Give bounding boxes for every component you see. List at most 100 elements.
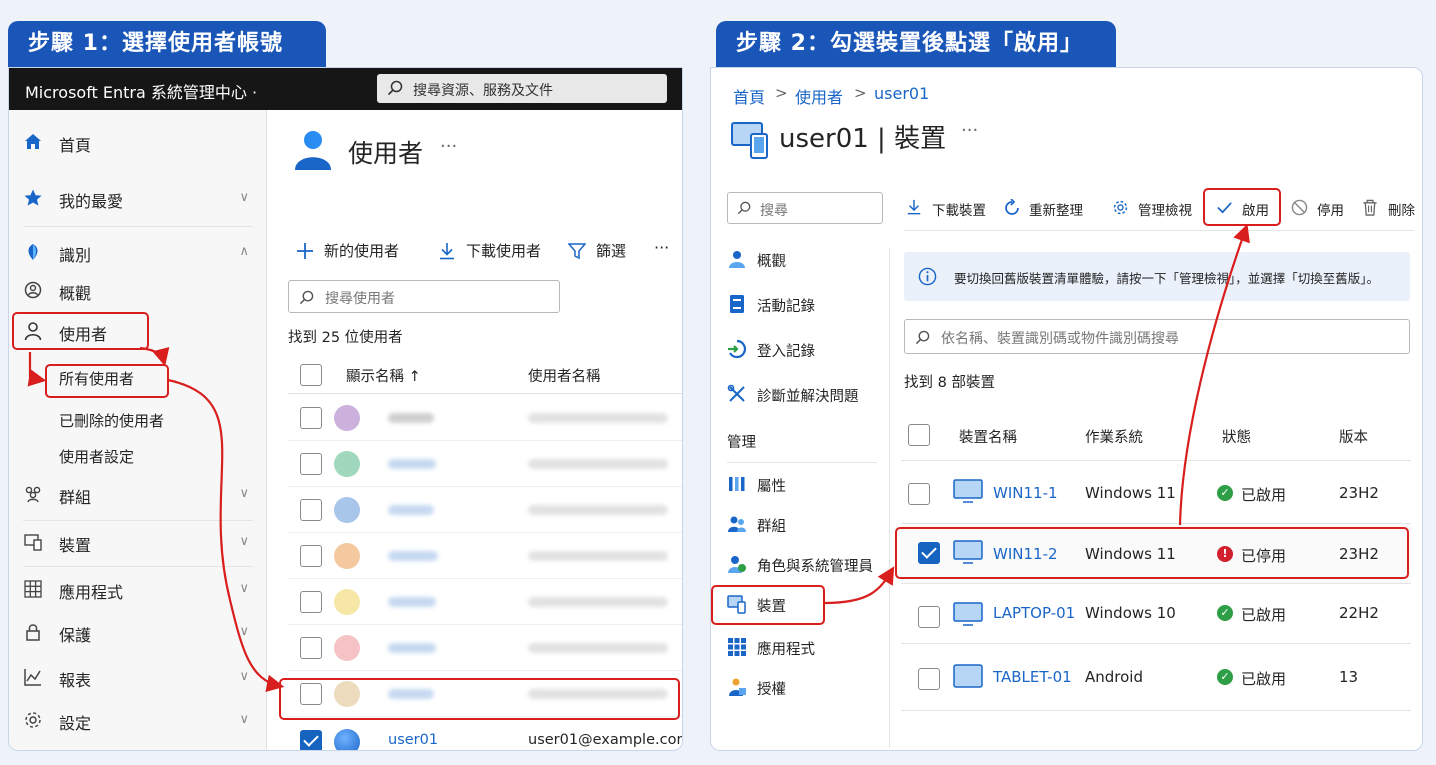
nav-label: 裝置 (59, 536, 92, 555)
download-devices-button[interactable]: 下載裝置 (906, 198, 988, 219)
device-name[interactable]: TABLET-01 (993, 668, 1072, 686)
button-label: 管理檢視 (1138, 203, 1192, 219)
button-label: 新的使用者 (324, 242, 400, 260)
breadcrumb-separator: > (854, 84, 867, 102)
rnav-signin[interactable]: 登入記錄 (727, 335, 877, 365)
app-title: Microsoft Entra 系統管理中心 · (25, 83, 258, 102)
highlight-enable-button (1203, 188, 1281, 226)
row-checkbox[interactable] (300, 637, 322, 659)
device-os: Windows 11 (1085, 484, 1176, 502)
download-users-button[interactable]: 下載使用者 (438, 240, 548, 262)
delete-button[interactable]: 刪除 (1362, 198, 1418, 219)
blurred-name (388, 597, 436, 607)
row-checkbox[interactable] (300, 591, 322, 613)
manage-view-button[interactable]: 管理檢視 (1112, 198, 1196, 219)
blurred-name (388, 505, 434, 515)
col-os[interactable]: 作業系統 (1085, 426, 1143, 447)
blurred-name (388, 643, 436, 653)
breadcrumb-user01[interactable]: user01 (874, 84, 929, 103)
row-checkbox[interactable] (300, 453, 322, 475)
roles-icon (728, 556, 746, 573)
rnav-overview[interactable]: 概觀 (727, 245, 877, 275)
table-row[interactable] (288, 487, 682, 533)
entra-users-panel: Microsoft Entra 系統管理中心 · 搜尋資源、服務及文件 首頁 我… (8, 67, 683, 751)
table-bottom-divider (901, 710, 1411, 711)
more-icon[interactable]: ··· (440, 136, 457, 157)
nav-item-reports[interactable]: 報表 ∨ (9, 657, 267, 697)
col-version[interactable]: 版本 (1339, 426, 1368, 447)
user-display-name[interactable]: user01 (388, 732, 438, 748)
nav-item-groups[interactable]: 群組 ∨ (9, 474, 267, 514)
apps-grid-icon (24, 580, 42, 598)
device-version: 13 (1339, 668, 1359, 686)
search-users-input[interactable]: 搜尋使用者 (288, 280, 560, 313)
rnav-diagnose[interactable]: 診斷並解決問題 (727, 380, 877, 410)
table-row[interactable] (288, 533, 682, 579)
select-all-checkbox[interactable] (300, 364, 322, 386)
highlight-all-users (45, 364, 169, 398)
rnav-licenses[interactable]: 授權 (727, 673, 877, 703)
disable-button[interactable]: 停用 (1291, 198, 1347, 219)
row-checkbox[interactable] (908, 483, 930, 505)
table-row[interactable] (288, 579, 682, 625)
identity-icon (28, 244, 38, 260)
status-text: 已啟用 (1241, 670, 1287, 688)
breadcrumb-home[interactable]: 首頁 (733, 84, 765, 108)
col-status[interactable]: 狀態 (1222, 426, 1251, 447)
row-checkbox[interactable] (918, 668, 940, 690)
chevron-down-icon: ∨ (239, 669, 249, 684)
nav-item-identity[interactable]: 識別 ∧ (9, 232, 267, 272)
nav-item-protection[interactable]: 保護 ∨ (9, 612, 267, 652)
col-device-name[interactable]: 裝置名稱 (959, 426, 1017, 447)
rnav-properties[interactable]: 屬性 (727, 470, 877, 500)
nav-item-settings[interactable]: 設定 ∨ (9, 700, 267, 740)
device-search-input[interactable]: 依名稱、裝置識別碼或物件識別碼搜尋 (904, 319, 1410, 354)
nav-label: 診斷並解決問題 (757, 389, 859, 405)
nav-label: 群組 (757, 519, 786, 535)
search-placeholder: 搜尋 (760, 203, 788, 219)
refresh-button[interactable]: 重新整理 (1003, 198, 1089, 219)
table-row[interactable]: WIN11-1 Windows 11 ✓ 已啟用 23H2 (901, 460, 1411, 520)
button-label: 篩選 (596, 242, 627, 260)
nav-sub-deleted-users[interactable]: 已刪除的使用者 (59, 407, 164, 435)
nav-item-overview[interactable]: 概觀 (9, 270, 267, 310)
device-name[interactable]: WIN11-1 (993, 484, 1058, 502)
more-commands-icon[interactable]: ··· (654, 238, 669, 257)
rnav-activity[interactable]: 活動記錄 (727, 290, 877, 320)
table-row[interactable]: TABLET-01 Android ✓ 已啟用 13 (901, 643, 1411, 711)
nav-item-favorites[interactable]: 我的最愛 ∨ (9, 178, 267, 218)
nav-sub-user-settings[interactable]: 使用者設定 (59, 443, 134, 471)
nav-label: 屬性 (757, 479, 786, 495)
row-checkbox[interactable] (300, 499, 322, 521)
nav-search-input[interactable]: 搜尋 (727, 192, 883, 224)
breadcrumb-users[interactable]: 使用者 (795, 84, 843, 108)
filter-button[interactable]: 篩選 (568, 240, 632, 262)
rnav-roles[interactable]: 角色與系統管理員 (727, 550, 887, 580)
nav-label: 保護 (59, 626, 92, 645)
table-row[interactable] (288, 395, 682, 441)
table-row[interactable] (288, 625, 682, 671)
col-display-name[interactable]: 顯示名稱 ↑ (346, 365, 421, 386)
nav-item-apps[interactable]: 應用程式 ∨ (9, 569, 267, 609)
rnav-groups[interactable]: 群組 (727, 510, 877, 540)
select-all-checkbox[interactable] (908, 424, 930, 446)
device-name[interactable]: LAPTOP-01 (993, 604, 1075, 622)
nav-label: 報表 (59, 671, 92, 690)
row-checkbox[interactable] (918, 606, 940, 628)
table-row[interactable]: LAPTOP-01 Windows 10 ✓ 已啟用 22H2 (901, 583, 1411, 643)
button-label: 刪除 (1388, 203, 1415, 219)
nav-item-devices[interactable]: 裝置 ∨ (9, 522, 267, 562)
rnav-apps[interactable]: 應用程式 (727, 633, 877, 663)
row-checkbox[interactable] (300, 545, 322, 567)
chevron-down-icon: ∨ (239, 712, 249, 727)
more-icon[interactable]: ··· (961, 120, 978, 141)
table-row[interactable] (288, 441, 682, 487)
row-checkbox[interactable] (300, 730, 322, 750)
table-row-user01[interactable]: user01 user01@example.com (288, 719, 682, 750)
chevron-down-icon: ∨ (239, 624, 249, 639)
row-checkbox[interactable] (300, 407, 322, 429)
global-search-input[interactable]: 搜尋資源、服務及文件 (377, 74, 667, 103)
new-user-button[interactable]: 新的使用者 (296, 240, 406, 262)
col-user-name[interactable]: 使用者名稱 (528, 365, 601, 386)
nav-item-home[interactable]: 首頁 (9, 122, 267, 162)
